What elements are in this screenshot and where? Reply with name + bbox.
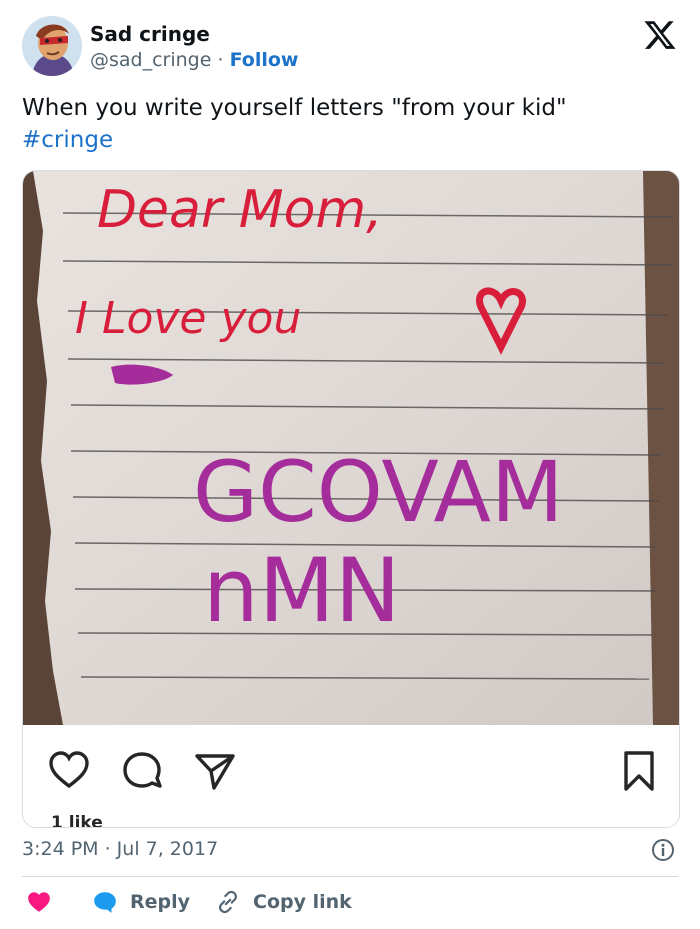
photo-text-line3: GCOVAM: [193, 443, 563, 541]
heart-icon: [28, 892, 50, 912]
info-icon[interactable]: [651, 838, 675, 862]
comment-icon[interactable]: [121, 749, 165, 793]
separator-dot: ·: [217, 49, 224, 71]
author-handle-line: @sad_cringe · Follow: [90, 49, 298, 71]
instagram-action-bar: 1 like: [23, 725, 679, 827]
reply-label: Reply: [130, 891, 191, 913]
follow-button[interactable]: Follow: [230, 49, 299, 71]
divider: [22, 876, 678, 877]
link-icon: [219, 890, 237, 914]
copy-link-button[interactable]: Copy link: [215, 886, 352, 918]
heart-icon[interactable]: [47, 749, 91, 793]
author-name[interactable]: Sad cringe: [90, 22, 210, 46]
tweet-text: When you write yourself letters "from yo…: [22, 92, 682, 156]
avatar[interactable]: [22, 16, 82, 76]
like-button[interactable]: [26, 886, 52, 918]
reply-button[interactable]: Reply: [92, 886, 190, 918]
photo-text-line4: nMN: [203, 539, 401, 642]
hashtag-link[interactable]: #cringe: [22, 124, 682, 156]
embedded-instagram-post[interactable]: Dear Mom, I Love you GCOVAM nMN 1 like: [22, 170, 680, 828]
comic-hero-avatar-icon: [22, 16, 82, 76]
photo-text-line2: I Love you: [75, 293, 301, 344]
copy-link-label: Copy link: [253, 891, 352, 913]
tweet-header: Sad cringe @sad_cringe · Follow: [22, 16, 682, 80]
bookmark-icon[interactable]: [617, 749, 661, 793]
author-handle[interactable]: @sad_cringe: [90, 49, 211, 71]
x-logo-icon[interactable]: [643, 18, 677, 52]
photo-text-line1: Dear Mom,: [97, 180, 383, 240]
likes-count[interactable]: 1 like: [51, 813, 103, 827]
tweet-timestamp[interactable]: 3:24 PM · Jul 7, 2017: [22, 838, 218, 860]
speech-bubble-icon: [94, 892, 116, 913]
handwritten-letter-photo[interactable]: Dear Mom, I Love you GCOVAM nMN: [23, 171, 679, 725]
tweet-body: When you write yourself letters "from yo…: [22, 95, 567, 121]
tweet-actions: Reply Copy link: [22, 886, 678, 918]
share-icon[interactable]: [193, 749, 237, 793]
